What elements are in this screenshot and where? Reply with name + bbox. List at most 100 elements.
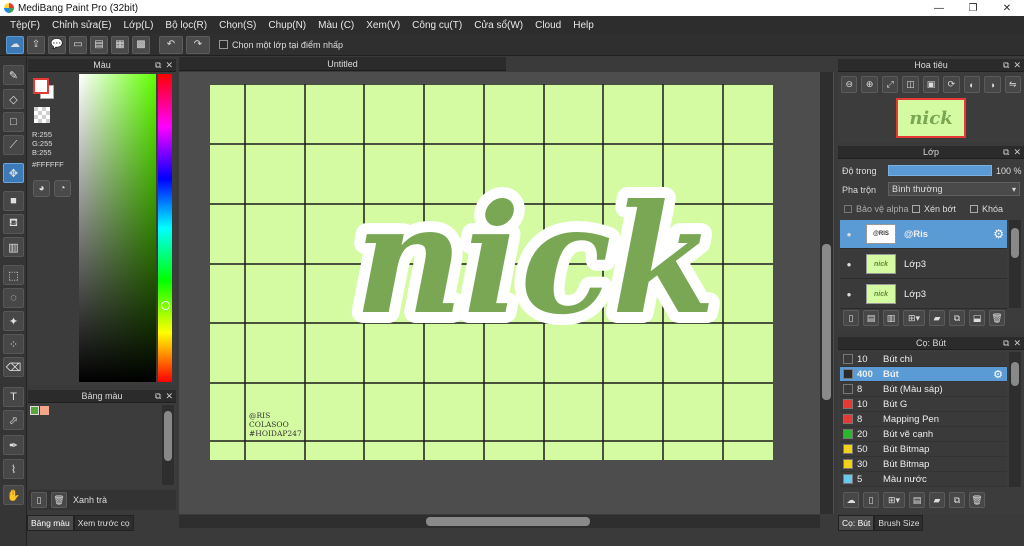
cloud-icon[interactable]: ☁: [6, 35, 24, 54]
reset-rotate-icon[interactable]: ◑: [984, 76, 1001, 93]
menu-help[interactable]: Help: [567, 20, 600, 31]
new-brush-icon[interactable]: ▯: [863, 492, 879, 508]
hand-tool-icon[interactable]: ✋: [3, 485, 24, 505]
delete-palette-icon[interactable]: 🗑: [51, 492, 67, 508]
undock-icon[interactable]: ⧉: [155, 60, 161, 71]
tab-brush[interactable]: Cọ: Bút: [838, 515, 875, 531]
menu-layer[interactable]: Lớp(L): [118, 20, 160, 31]
select-rect-icon[interactable]: ⬚: [3, 265, 24, 285]
close-panel-icon[interactable]: ✕: [1013, 338, 1021, 349]
folder-icon[interactable]: ▰: [929, 310, 945, 326]
redo-icon[interactable]: ↷: [186, 35, 210, 54]
undock-icon[interactable]: ⧉: [1003, 338, 1009, 349]
color-settings-icon[interactable]: ◔: [54, 180, 71, 197]
brush-row[interactable]: 10 Bút chì: [840, 352, 1007, 367]
brush-row[interactable]: 8 Mapping Pen: [840, 412, 1007, 427]
menu-color[interactable]: Màu (C): [312, 20, 360, 31]
actual-size-icon[interactable]: ◫: [902, 76, 919, 93]
menu-tools[interactable]: Công cụ(T): [406, 20, 468, 31]
merge-layer-icon[interactable]: ⬓: [969, 310, 985, 326]
canvas-horizontal-scrollbar[interactable]: [179, 515, 820, 528]
select-pen-icon[interactable]: ⁘: [3, 334, 24, 354]
delete-brush-icon[interactable]: 🗑: [969, 492, 985, 508]
brush-row[interactable]: 400 Bút ⚙: [840, 367, 1007, 382]
saturation-value-picker[interactable]: [79, 74, 156, 382]
menu-file[interactable]: Tệp(F): [4, 20, 46, 31]
new-palette-icon[interactable]: ▯: [31, 492, 47, 508]
add-brush-menu-icon[interactable]: ⊞▾: [883, 492, 905, 508]
layer-scrollbar[interactable]: [1009, 220, 1021, 308]
undock-icon[interactable]: ⧉: [1003, 147, 1009, 158]
color-wheel-icon[interactable]: ◕: [33, 180, 50, 197]
undo-icon[interactable]: ↶: [159, 35, 183, 54]
tab-brush-size[interactable]: Brush Size: [874, 515, 924, 531]
canvas-tab[interactable]: Untitled: [179, 57, 506, 71]
operation-tool-icon[interactable]: ⬀: [3, 410, 24, 430]
protect-alpha-checkbox[interactable]: Bảo vệ alpha: [844, 204, 909, 214]
menu-cloud[interactable]: Cloud: [529, 20, 567, 31]
visibility-icon[interactable]: ●: [842, 260, 856, 269]
checkbox-box[interactable]: [970, 205, 978, 213]
vertical-scroll-thumb[interactable]: [822, 244, 831, 400]
cloud-brush-icon[interactable]: ☁: [843, 492, 859, 508]
palette-scrollbar[interactable]: [162, 405, 174, 485]
palette-scroll-thumb[interactable]: [164, 411, 172, 461]
comment-icon[interactable]: 💬: [48, 35, 66, 54]
layer-row[interactable]: ● nick Lớp3: [840, 250, 1007, 279]
menu-edit[interactable]: Chỉnh sửa(E): [46, 20, 118, 31]
brush-folder-icon[interactable]: ▰: [929, 492, 945, 508]
rotate-left-icon[interactable]: ◐: [963, 76, 981, 93]
brush-row[interactable]: 5 Màu nước: [840, 472, 1007, 487]
move-tool-icon[interactable]: ✥: [3, 163, 24, 183]
lock-checkbox[interactable]: Khóa: [970, 204, 1003, 214]
fit-icon[interactable]: ⤢: [881, 76, 899, 93]
checkbox-box[interactable]: [219, 40, 228, 49]
menu-window[interactable]: Cửa sổ(W): [468, 20, 529, 31]
undock-icon[interactable]: ⧉: [1003, 60, 1009, 71]
opacity-slider[interactable]: [888, 165, 992, 176]
close-panel-icon[interactable]: ✕: [165, 60, 173, 71]
menu-view[interactable]: Xem(V): [360, 20, 406, 31]
add-layer-menu-icon[interactable]: ⊞▾: [903, 310, 925, 326]
brush-scrollbar[interactable]: [1009, 352, 1021, 487]
grid-icon[interactable]: ▩: [132, 35, 150, 54]
brush-row[interactable]: 50 Bút Bitmap: [840, 442, 1007, 457]
delete-layer-icon[interactable]: 🗑: [989, 310, 1005, 326]
select-eraser-icon[interactable]: ⌫: [3, 357, 24, 377]
brush-row[interactable]: 20 Bút vẽ cạnh: [840, 427, 1007, 442]
menu-select[interactable]: Chọn(S): [213, 20, 262, 31]
hue-knob[interactable]: [161, 301, 170, 310]
menu-snap[interactable]: Chụp(N): [262, 20, 312, 31]
mirror-icon[interactable]: ⇋: [1004, 76, 1021, 93]
duplicate-layer-icon[interactable]: ⧉: [949, 310, 965, 326]
transparent-color-swatch[interactable]: [34, 107, 50, 123]
tab-palette[interactable]: Bảng màu: [27, 515, 74, 531]
palette-color-2[interactable]: [40, 406, 49, 415]
layer-scroll-thumb[interactable]: [1011, 228, 1019, 258]
clipping-checkbox[interactable]: Xén bớt: [912, 204, 956, 214]
hue-slider[interactable]: [158, 74, 172, 382]
visibility-icon[interactable]: ●: [842, 290, 856, 299]
restore-button[interactable]: ❐: [956, 0, 990, 16]
line-tool-icon[interactable]: ⟋: [3, 135, 24, 155]
lasso-icon[interactable]: ◌: [3, 288, 24, 308]
tab-brush-preview[interactable]: Xem trước cọ: [73, 515, 134, 531]
rectangle-tool-icon[interactable]: □: [3, 112, 24, 132]
brush-row[interactable]: 30 Bút Bitmap: [840, 457, 1007, 472]
magic-wand-icon[interactable]: ✦: [3, 311, 24, 331]
canvas-vertical-scrollbar[interactable]: [820, 72, 833, 514]
duplicate-brush-icon[interactable]: ⧉: [949, 492, 965, 508]
eraser-tool-icon[interactable]: ◇: [3, 89, 24, 109]
horizontal-scroll-thumb[interactable]: [426, 517, 590, 526]
new-8bit-layer-icon[interactable]: ▥: [883, 310, 899, 326]
flip-icon[interactable]: ⟳: [943, 76, 960, 93]
primary-color-swatch[interactable]: [33, 78, 49, 94]
page-manage-icon[interactable]: ▦: [111, 35, 129, 54]
speech-bubble-icon[interactable]: ▭: [69, 35, 87, 54]
select-layer-checkbox[interactable]: Chọn một lớp tại điểm nhấp: [219, 40, 343, 50]
new-halftone-layer-icon[interactable]: ▤: [863, 310, 879, 326]
brush-settings-icon[interactable]: ▤: [909, 492, 925, 508]
close-button[interactable]: ✕: [990, 0, 1024, 16]
close-panel-icon[interactable]: ✕: [1013, 147, 1021, 158]
checkbox-box[interactable]: [912, 205, 920, 213]
